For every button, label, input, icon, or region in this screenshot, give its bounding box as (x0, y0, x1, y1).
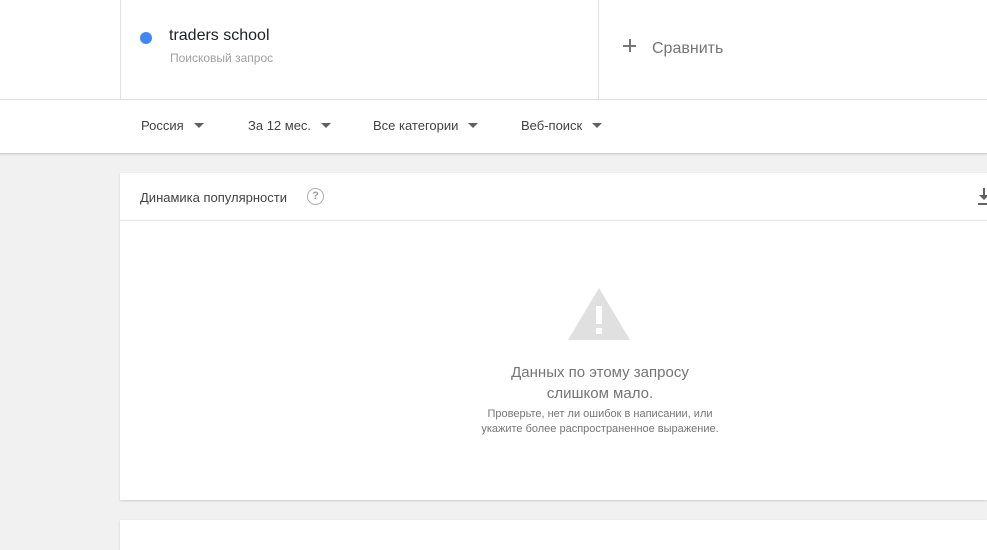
empty-state-title-line2: слишком мало. (546, 385, 654, 402)
download-icon[interactable] (978, 188, 987, 206)
empty-state-subtitle: Проверьте, нет ли ошибок в написании, ил… (400, 407, 800, 437)
interest-over-time-card: Динамика популярности ? Данных по этому … (120, 173, 987, 500)
time-filter-label: За 12 мес. (248, 118, 312, 133)
region-filter-dropdown[interactable]: Россия (141, 118, 204, 136)
compare-button[interactable]: Сравнить (600, 0, 987, 99)
caret-down-icon (321, 123, 332, 128)
filter-bar: Россия За 12 мес. Все категории Веб-поис… (0, 100, 987, 154)
search-term-card[interactable]: traders school Поисковый запрос (120, 0, 599, 99)
search-term-name: traders school (169, 27, 270, 44)
region-filter-label: Россия (141, 118, 184, 133)
term-color-dot (140, 32, 152, 44)
warning-icon (567, 286, 631, 342)
card-title: Динамика популярности (140, 190, 287, 205)
next-card (120, 520, 987, 550)
caret-down-icon (193, 123, 204, 128)
explore-header: traders school Поисковый запрос Сравнить (0, 0, 987, 100)
compare-label: Сравнить (652, 40, 724, 57)
caret-down-icon (468, 123, 479, 128)
empty-state: Данных по этому запросу слишком мало. Пр… (120, 220, 987, 500)
search-term-type: Поисковый запрос (170, 51, 274, 65)
plus-icon (620, 36, 640, 56)
empty-state-title-line1: Данных по этому запросу (511, 364, 689, 381)
time-filter-dropdown[interactable]: За 12 мес. (248, 118, 332, 136)
search-type-filter-dropdown[interactable]: Веб-поиск (521, 118, 603, 136)
empty-state-subtitle-line2: укажите более распространенное выражение… (481, 423, 719, 435)
category-filter-dropdown[interactable]: Все категории (373, 118, 479, 136)
help-icon[interactable]: ? (307, 188, 324, 205)
empty-state-subtitle-line1: Проверьте, нет ли ошибок в написании, ил… (487, 408, 713, 420)
card-header: Динамика популярности ? (120, 173, 987, 221)
category-filter-label: Все категории (373, 118, 459, 133)
search-type-filter-label: Веб-поиск (521, 118, 583, 133)
caret-down-icon (592, 123, 603, 128)
empty-state-title: Данных по этому запросу слишком мало. (400, 362, 800, 404)
